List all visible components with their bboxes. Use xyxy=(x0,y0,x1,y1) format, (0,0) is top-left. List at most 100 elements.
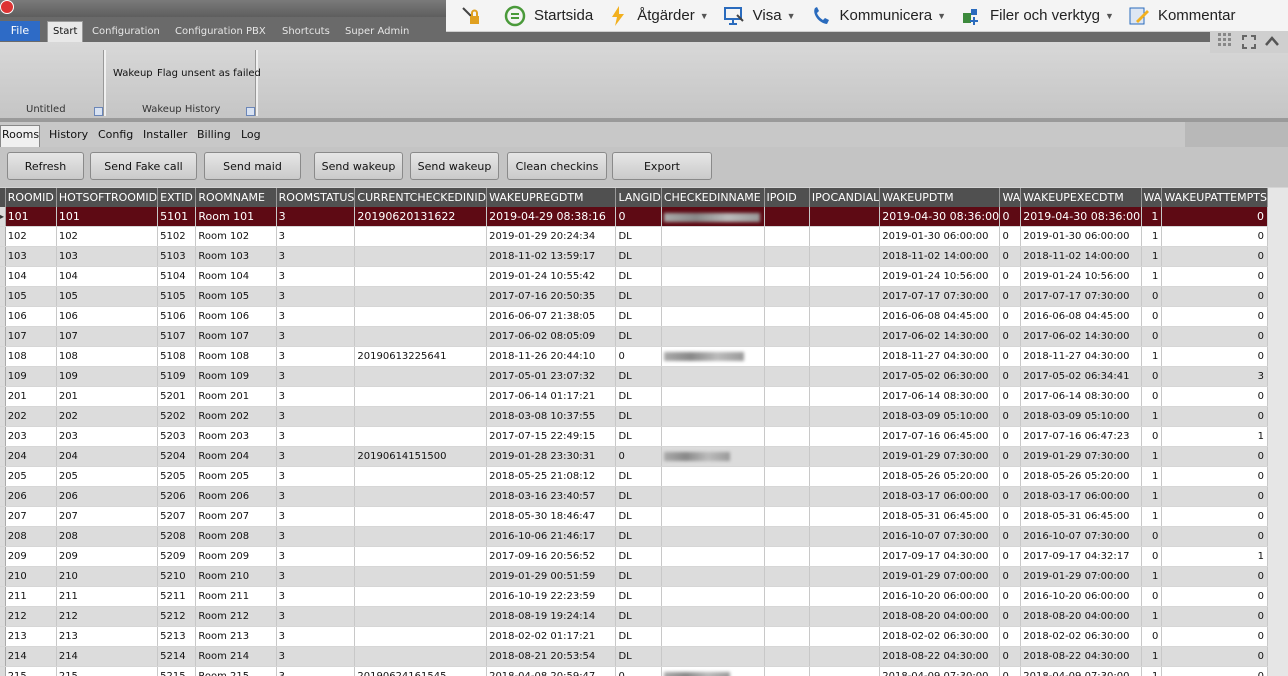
table-row[interactable]: 108 108 5108 Room 108 3 20190613225641 2018-11… xyxy=(0,346,1268,367)
table-row[interactable]: 104 104 5104 Room 104 3 2019-01-24 10:55:42 DL… xyxy=(0,266,1268,287)
column-header[interactable]: LANGID xyxy=(615,188,662,207)
ribbon-tab-configuration-pbx[interactable]: Configuration PBX xyxy=(169,22,272,42)
toolbar-item-visa[interactable]: Visa ▼ xyxy=(723,5,796,27)
table-cell: 2018-04-08 20:59:47 xyxy=(486,666,617,676)
fullscreen-icon[interactable] xyxy=(1242,35,1256,49)
table-cell: 0 xyxy=(999,546,1022,567)
send-wakeup-fail-button[interactable]: Send wakeup Fail xyxy=(410,152,499,201)
table-cell xyxy=(354,506,488,527)
refresh-button[interactable]: Refresh xyxy=(7,152,84,180)
toolbar-item-lock[interactable] xyxy=(460,5,490,27)
table-row[interactable]: 203 203 5203 Room 203 3 2017-07-15 22:49:15 DL… xyxy=(0,426,1268,447)
table-cell: 201 xyxy=(5,386,57,407)
table-row[interactable]: 208 208 5208 Room 208 3 2016-10-06 21:46:17 DL… xyxy=(0,526,1268,547)
table-cell: 2019-01-29 07:00:00 xyxy=(879,566,1001,587)
grid-dots-icon[interactable] xyxy=(1218,33,1232,49)
table-cell: 0 xyxy=(1161,386,1268,407)
column-header[interactable]: WAKEUPEXECDTM xyxy=(1020,188,1142,207)
column-header[interactable]: ROOMSTATUS xyxy=(276,188,356,207)
table-row[interactable]: 107 107 5107 Room 107 3 2017-06-02 08:05:09 DL… xyxy=(0,326,1268,347)
column-header[interactable]: WA xyxy=(1141,188,1163,207)
table-cell: 2016-10-20 06:00:00 xyxy=(879,586,1001,607)
column-header[interactable]: EXTID xyxy=(157,188,197,207)
column-header[interactable]: ROOMID xyxy=(5,188,57,207)
chevron-up-icon[interactable] xyxy=(1264,35,1280,47)
column-header[interactable]: WA xyxy=(999,188,1022,207)
table-cell: 1 xyxy=(1141,566,1163,587)
table-row[interactable]: 109 109 5109 Room 109 3 2017-05-01 23:07:32 DL… xyxy=(0,366,1268,387)
tab-billing[interactable]: Billing xyxy=(197,128,231,141)
ribbon-tab-configuration[interactable]: Configuration xyxy=(86,22,166,42)
rooms-grid[interactable]: ROOMID HOTSOFTROOMID EXTID ROOMNAME ROOMSTAT… xyxy=(0,188,1268,676)
table-row[interactable]: 206 206 5206 Room 206 3 2018-03-16 23:40:57 DL… xyxy=(0,486,1268,507)
table-cell xyxy=(354,306,488,327)
table-cell: 0 xyxy=(999,366,1022,387)
ribbon-tab-start[interactable]: Start xyxy=(47,21,84,43)
table-row[interactable]: 213 213 5213 Room 213 3 2018-02-02 01:17:21 DL… xyxy=(0,626,1268,647)
column-header[interactable]: WAKEUPREGDTM xyxy=(486,188,617,207)
group-launcher-icon[interactable] xyxy=(94,107,103,116)
table-row[interactable]: 204 204 5204 Room 204 3 20190614151500 2019-01… xyxy=(0,446,1268,467)
table-cell: 2018-03-08 10:37:55 xyxy=(486,406,617,427)
column-header[interactable]: IPOCANDIAL xyxy=(809,188,881,207)
clean-checkins-button[interactable]: Clean checkins xyxy=(507,152,607,180)
table-cell: 0 xyxy=(1161,346,1268,367)
table-cell: 5206 xyxy=(157,486,197,507)
send-fake-call-charge-button[interactable]: Send Fake call charge xyxy=(90,152,197,201)
export-button[interactable]: Export xyxy=(612,152,712,180)
table-cell: 109 xyxy=(5,366,57,387)
table-row[interactable]: 106 106 5106 Room 106 3 2016-06-07 21:38:05 DL… xyxy=(0,306,1268,327)
send-wakeup-ok-button[interactable]: Send wakeup OK xyxy=(314,152,403,201)
toolbar-item-kommunicera[interactable]: Kommunicera ▼ xyxy=(810,5,946,27)
table-row[interactable]: 214 214 5214 Room 214 3 2018-08-21 20:53:54 DL… xyxy=(0,646,1268,667)
table-row[interactable]: 209 209 5209 Room 209 3 2017-09-16 20:56:52 DL… xyxy=(0,546,1268,567)
column-header[interactable]: HOTSOFTROOMID xyxy=(56,188,159,207)
tab-installer[interactable]: Installer xyxy=(143,128,187,141)
toolbar-item-atgarder[interactable]: Åtgärder ▼ xyxy=(607,5,709,27)
table-row[interactable]: 207 207 5207 Room 207 3 2018-05-30 18:46:47 DL… xyxy=(0,506,1268,527)
tab-history[interactable]: History xyxy=(49,128,88,141)
column-header[interactable]: WAKEUPATTEMPTS xyxy=(1161,188,1268,207)
table-cell: 3 xyxy=(276,506,356,527)
column-header[interactable]: CHECKEDINNAME xyxy=(661,188,765,207)
table-row[interactable]: 2152155215Room 2153201906241615452018-04… xyxy=(0,666,1268,676)
table-row[interactable]: 103 103 5103 Room 103 3 2018-11-02 13:59:17 DL… xyxy=(0,246,1268,267)
table-row[interactable]: 205 205 5205 Room 205 3 2018-05-25 21:08:12 DL… xyxy=(0,466,1268,487)
table-row[interactable]: 202 202 5202 Room 202 3 2018-03-08 10:37:55 DL… xyxy=(0,406,1268,427)
table-cell: Room 102 xyxy=(195,226,277,247)
toolbar-item-startsida[interactable]: Startsida xyxy=(504,5,593,27)
tab-log[interactable]: Log xyxy=(241,128,261,141)
column-header[interactable]: CURRENTCHECKEDINID xyxy=(354,188,488,207)
toolbar-item-filer[interactable]: Filer och verktyg ▼ xyxy=(960,5,1114,27)
tab-config[interactable]: Config xyxy=(98,128,133,141)
tab-rooms[interactable]: Rooms xyxy=(2,128,39,141)
table-row[interactable]: ▸ 101 101 5101 Room 101 3 20190620131622 2019-0… xyxy=(0,207,1268,227)
column-header[interactable]: ROOMNAME xyxy=(195,188,277,207)
table-cell: 105 xyxy=(56,286,159,307)
table-row[interactable]: 210 210 5210 Room 210 3 2019-01-29 00:51:59 DL… xyxy=(0,566,1268,587)
table-cell: 2017-07-15 22:49:15 xyxy=(486,426,617,447)
toolbar-item-kommentar[interactable]: Kommentar xyxy=(1128,5,1235,27)
group-launcher-icon[interactable] xyxy=(246,107,255,116)
table-cell: Room 205 xyxy=(195,466,277,487)
ribbon-tab-shortcuts[interactable]: Shortcuts xyxy=(276,22,336,42)
table-cell: 0 xyxy=(1161,666,1268,676)
flag-unsent-as-failed-button[interactable]: Flag unsent as failed xyxy=(157,68,261,79)
wakeup-button[interactable]: Wakeup xyxy=(113,68,153,79)
table-row[interactable]: 102 102 5102 Room 102 3 2019-01-29 20:24:34 DL… xyxy=(0,226,1268,247)
column-header[interactable]: IPOID xyxy=(764,188,810,207)
file-menu-button[interactable]: File xyxy=(0,21,40,41)
table-row[interactable]: 105 105 5105 Room 105 3 2017-07-16 20:50:35 DL… xyxy=(0,286,1268,307)
ribbon-tab-super-admin[interactable]: Super Admin xyxy=(339,22,415,42)
table-cell: 0 xyxy=(1141,306,1163,327)
column-header[interactable]: WAKEUPDTM xyxy=(879,188,1001,207)
table-cell: 0 xyxy=(1161,606,1268,627)
table-row[interactable]: 201 201 5201 Room 201 3 2017-06-14 01:17:21 DL… xyxy=(0,386,1268,407)
table-cell: DL xyxy=(615,266,662,287)
table-cell xyxy=(354,326,488,347)
table-cell: Room 108 xyxy=(195,346,277,367)
vertical-scrollbar[interactable] xyxy=(1268,188,1288,676)
table-row[interactable]: 211 211 5211 Room 211 3 2016-10-19 22:23:59 DL… xyxy=(0,586,1268,607)
send-maid-status-button[interactable]: Send maid status xyxy=(204,152,301,201)
table-row[interactable]: 212 212 5212 Room 212 3 2018-08-19 19:24:14 DL… xyxy=(0,606,1268,627)
